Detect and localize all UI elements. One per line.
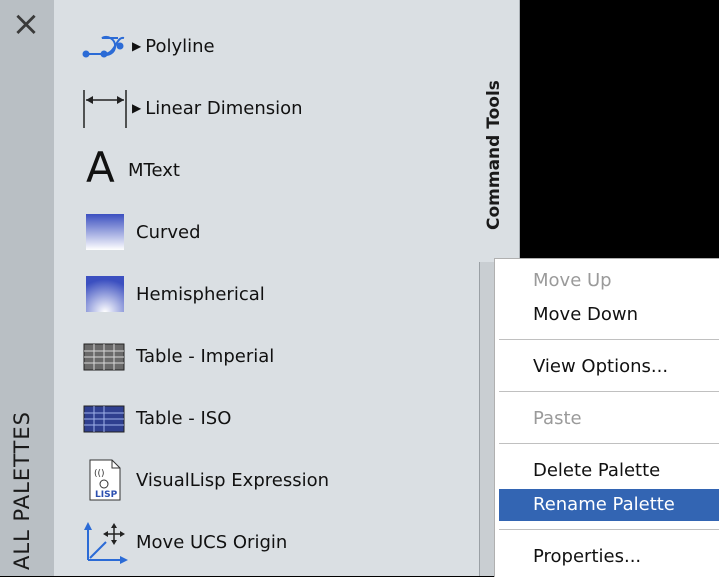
tool-label: Move UCS Origin: [136, 531, 288, 553]
move-ucs-origin-icon: [80, 520, 136, 564]
tool-move-ucs-origin[interactable]: Move UCS Origin: [80, 517, 287, 567]
tool-mtext[interactable]: A MText: [80, 144, 180, 195]
tool-label: Polyline: [145, 35, 215, 57]
menu-separator: [499, 339, 719, 340]
tool-label: Table - Imperial: [136, 345, 275, 367]
tool-label: VisualLisp Expression: [136, 469, 329, 491]
lisp-icon-text: LISP: [95, 490, 118, 500]
tool-linear-dimension[interactable]: ▶ Linear Dimension: [80, 83, 303, 133]
menu-separator: [499, 391, 719, 392]
tool-curved[interactable]: Curved: [80, 207, 201, 257]
mtext-icon: A: [80, 144, 128, 192]
close-icon[interactable]: ×: [8, 6, 44, 42]
tool-label: Curved: [136, 221, 201, 243]
menu-item-rename-palette[interactable]: Rename Palette: [499, 489, 719, 521]
menu-separator: [499, 529, 719, 530]
palette-context-menu: Move Up Move Down View Options... Paste …: [494, 258, 719, 577]
tool-table-imperial[interactable]: Table - Imperial: [80, 331, 274, 381]
tool-polyline[interactable]: ▶ Polyline: [80, 21, 215, 71]
menu-item-move-down[interactable]: Move Down: [499, 299, 719, 331]
tab-command-tools-label: Command Tools: [484, 80, 504, 230]
all-palettes-label[interactable]: ALL PALETTES: [10, 411, 34, 570]
menu-item-delete-palette[interactable]: Delete Palette: [499, 455, 719, 487]
visuallisp-icon: (() LISP: [80, 458, 136, 502]
tool-label: MText: [128, 159, 180, 181]
tool-label: Table - ISO: [136, 407, 232, 429]
hemispherical-gradient-icon: [80, 272, 136, 316]
tool-visuallisp-expression[interactable]: (() LISP VisualLisp Expression: [80, 455, 329, 505]
curved-gradient-icon: [80, 210, 136, 254]
menu-item-paste[interactable]: Paste: [499, 403, 719, 435]
tool-hemispherical[interactable]: Hemispherical: [80, 269, 265, 319]
tool-table-iso[interactable]: Table - ISO: [80, 393, 231, 443]
menu-item-properties[interactable]: Properties...: [499, 541, 719, 573]
menu-item-move-up[interactable]: Move Up: [499, 265, 719, 297]
table-imperial-icon: [80, 334, 136, 378]
linear-dimension-icon: [80, 86, 132, 130]
table-iso-icon: [80, 396, 136, 440]
tool-label: Hemispherical: [136, 283, 265, 305]
svg-text:((): ((): [94, 469, 105, 479]
menu-item-view-options[interactable]: View Options...: [499, 351, 719, 383]
flyout-arrow-icon[interactable]: ▶: [132, 39, 141, 53]
flyout-arrow-icon[interactable]: ▶: [132, 101, 141, 115]
tool-label: Linear Dimension: [145, 97, 303, 119]
menu-separator: [499, 443, 719, 444]
mtext-glyph: A: [86, 143, 115, 192]
polyline-icon: [80, 24, 132, 68]
